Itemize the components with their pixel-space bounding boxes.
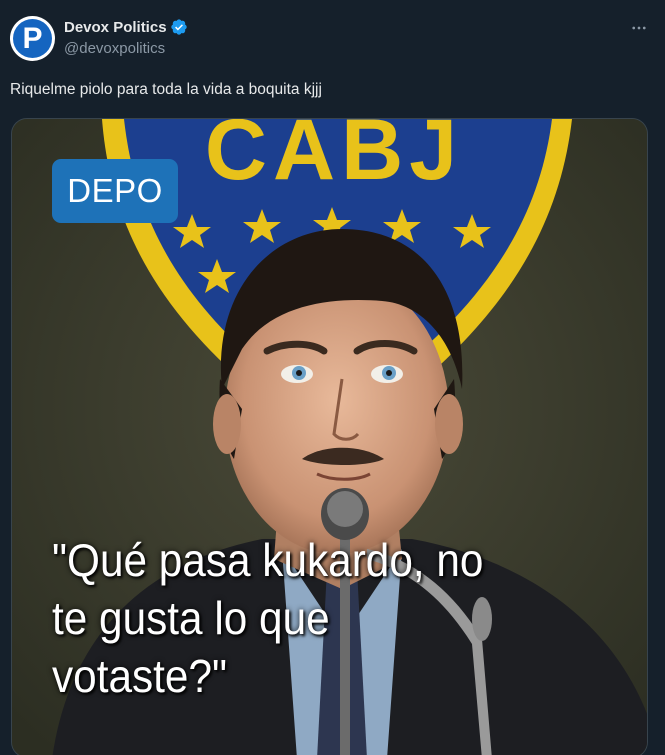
avatar-logo: P: [13, 19, 52, 58]
handle[interactable]: @devoxpolitics: [64, 38, 188, 60]
tweet-header: P Devox Politics @devoxpolitics: [10, 14, 651, 64]
quote-line: votaste?": [52, 650, 228, 702]
depo-badge: DEPO: [52, 159, 178, 223]
tweet-text: Riquelme piolo para toda la vida a boqui…: [10, 81, 322, 98]
avatar[interactable]: P: [10, 16, 55, 61]
quote-line: te gusta lo que: [52, 592, 330, 644]
svg-text:CABJ: CABJ: [205, 119, 463, 198]
display-name[interactable]: Devox Politics: [64, 19, 167, 36]
tweet: P Devox Politics @devoxpolitics Riquelme…: [0, 0, 665, 755]
verified-badge-icon[interactable]: [170, 18, 188, 36]
meme-quote: "Qué pasa kukardo, no te gusta lo que vo…: [52, 531, 586, 705]
quote-line: "Qué pasa kukardo, no: [52, 534, 484, 586]
author-names: Devox Politics @devoxpolitics: [64, 16, 188, 60]
tweet-media-image[interactable]: CABJ DEPO "Qué pasa kukardo, no te gusta…: [11, 118, 648, 755]
more-dots-icon[interactable]: [627, 16, 651, 40]
display-name-row: Devox Politics: [64, 16, 188, 38]
